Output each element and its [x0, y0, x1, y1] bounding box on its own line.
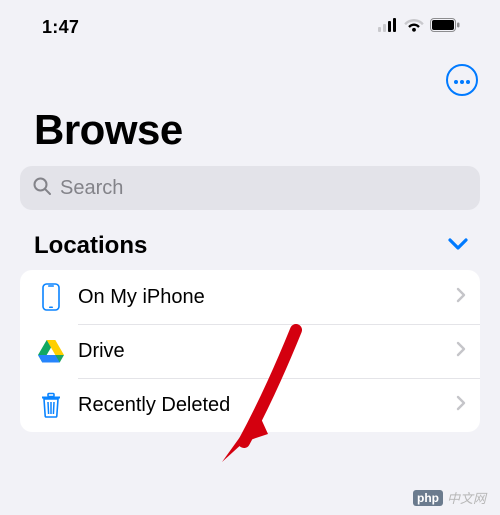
wifi-icon — [404, 17, 424, 37]
ellipsis-icon — [454, 71, 470, 89]
location-drive[interactable]: Drive — [20, 324, 480, 378]
page-title: Browse — [34, 106, 500, 154]
iphone-icon — [36, 283, 66, 311]
list-item-label: Recently Deleted — [66, 394, 456, 417]
status-indicators — [378, 17, 460, 37]
search-wrap: Search — [0, 166, 500, 232]
locations-list: On My iPhone Drive — [20, 270, 480, 432]
chevron-right-icon — [456, 287, 466, 308]
chevron-down-icon — [448, 237, 468, 255]
toolbar — [0, 54, 500, 102]
battery-icon — [430, 18, 460, 37]
more-options-button[interactable] — [446, 64, 478, 96]
locations-section-header[interactable]: Locations — [0, 232, 500, 270]
chevron-right-icon — [456, 341, 466, 362]
watermark: php 中文网 — [413, 488, 486, 507]
trash-icon — [36, 392, 66, 418]
status-bar: 1:47 — [0, 0, 500, 54]
status-time: 1:47 — [42, 17, 79, 38]
watermark-badge: php — [413, 490, 443, 506]
search-icon — [32, 176, 52, 201]
list-item-label: Drive — [66, 340, 456, 363]
watermark-text: 中文网 — [447, 488, 486, 507]
location-on-my-iphone[interactable]: On My iPhone — [20, 270, 480, 324]
cellular-icon — [378, 18, 398, 37]
search-placeholder: Search — [60, 177, 123, 200]
list-item-label: On My iPhone — [66, 286, 456, 309]
chevron-right-icon — [456, 395, 466, 416]
location-recently-deleted[interactable]: Recently Deleted — [20, 378, 480, 432]
google-drive-icon — [36, 340, 66, 363]
locations-title: Locations — [34, 232, 147, 260]
search-input[interactable]: Search — [20, 166, 480, 210]
title-row: Browse — [0, 102, 500, 166]
